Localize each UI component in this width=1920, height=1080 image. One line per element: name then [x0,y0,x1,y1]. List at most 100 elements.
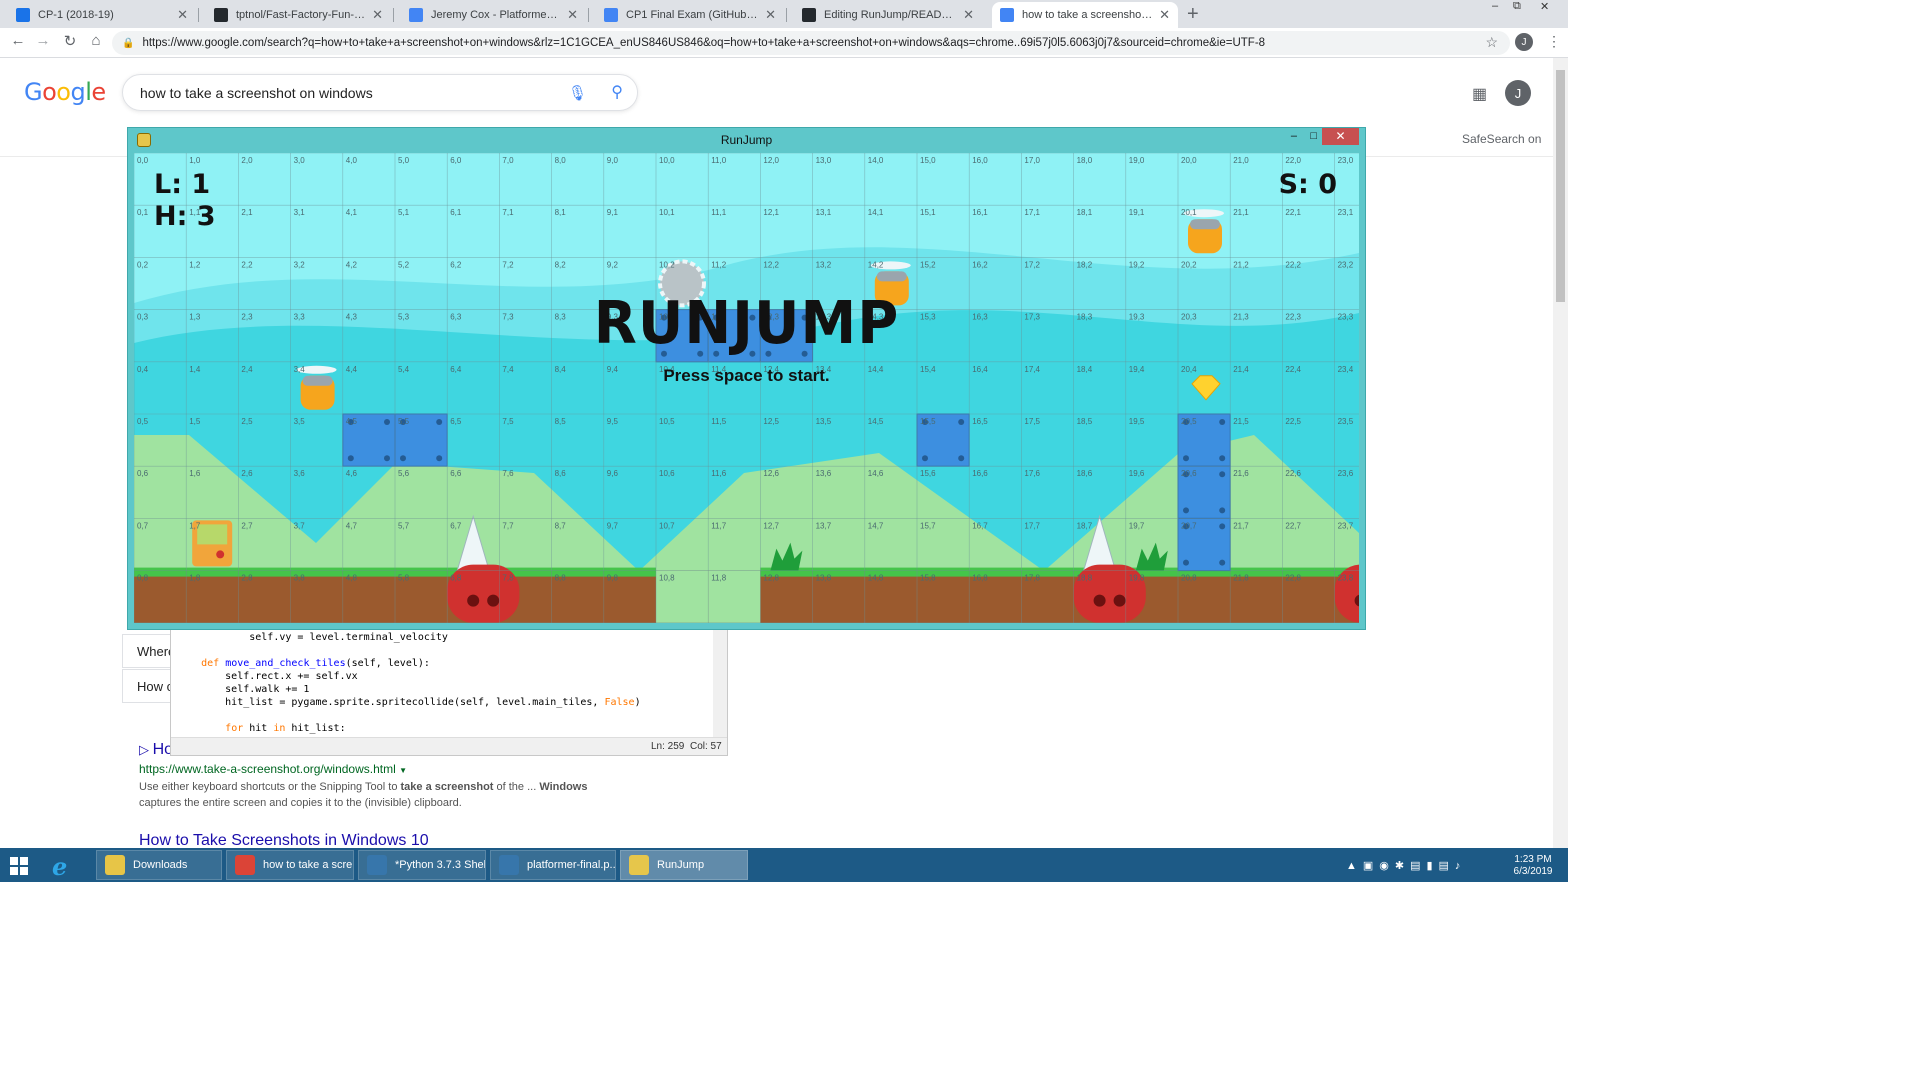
tab-close-icon[interactable]: ✕ [963,7,974,23]
home-icon[interactable]: ⌂ [86,32,106,49]
forward-icon[interactable]: → [33,32,53,49]
browser-tab[interactable]: Editing RunJump/README.md at ✕ [794,2,982,28]
new-tab-button[interactable]: + [1187,3,1199,26]
address-bar[interactable]: 🔒 https://www.google.com/search?q=how+to… [112,31,1510,55]
result-url[interactable]: https://www.take-a-screenshot.org/window… [139,762,407,776]
grid-coordinate-label: 5,2 [398,260,410,269]
tab-close-icon[interactable]: ✕ [567,7,578,23]
browser-tab[interactable]: how to take a screenshot on win ✕ [992,2,1178,28]
grid-coordinate-label: 15,7 [920,521,936,530]
pygame-icon [629,855,649,875]
tab-close-icon[interactable]: ✕ [372,7,383,23]
taskbar-item-label: *Python 3.7.3 Shell* [395,859,486,871]
runjump-logo: RUNJUMP [593,289,900,358]
code-text[interactable]: self.vy = level.terminal_velocity def mo… [177,631,641,735]
grid-coordinate-label: 19,2 [1129,260,1145,269]
microphone-icon[interactable]: 🎙 [568,84,587,102]
game-maximize-button[interactable]: □ [1310,130,1317,146]
grid-coordinate-label: 2,1 [241,208,253,217]
grid-coordinate-label: 16,2 [972,260,988,269]
back-icon[interactable]: ← [8,32,28,49]
grid-coordinate-label: 4,5 [346,417,358,426]
address-bar-url[interactable]: https://www.google.com/search?q=how+to+t… [142,37,1265,49]
search-query[interactable]: how to take a screenshot on windows [140,85,373,101]
grid-coordinate-label: 21,8 [1233,574,1249,583]
bookmark-star-icon[interactable]: ☆ [1485,34,1498,51]
tab-close-icon[interactable]: ✕ [1159,7,1170,23]
column-number: Col: 57 [690,741,722,752]
grid-coordinate-label: 1,7 [189,521,201,530]
grid-coordinate-label: 7,1 [502,208,514,217]
tab-close-icon[interactable]: ✕ [765,7,776,23]
code-token: hit_list = pygame.sprite.spritecollide(s… [177,697,605,708]
search-input[interactable]: how to take a screenshot on windows 🎙 ⚲ [122,74,638,111]
grid-coordinate-label: 0,5 [137,417,149,426]
taskbar-item[interactable]: RunJump [620,850,748,880]
system-tray-icons[interactable]: ▲▣◉✱▤▮▤♪ [1346,859,1466,872]
browser-tab[interactable]: Jeremy Cox - Platformer Code Ru ✕ [401,2,586,28]
browser-close-button[interactable]: ✕ [1540,0,1549,16]
page-scrollbar-thumb[interactable] [1556,70,1565,302]
taskbar-item[interactable]: platformer-final.p... [490,850,616,880]
snippet-text: Use either keyboard shortcuts or the Sni… [139,781,401,793]
browser-tab[interactable]: tptnol/Fast-Factory-Fun-Time: Cc ✕ [206,2,391,28]
taskbar-item[interactable]: *Python 3.7.3 Shell* [358,850,486,880]
tab-separator [393,8,394,22]
browser-restore-button[interactable]: ⧉ [1513,0,1521,16]
tab-close-icon[interactable]: ✕ [177,7,188,23]
reload-icon[interactable]: ↻ [60,32,80,50]
page-scrollbar[interactable] [1553,58,1568,848]
browser-profile-avatar[interactable]: J [1515,33,1533,51]
taskbar-clock[interactable]: 1:23 PM 6/3/2019 [1508,854,1558,878]
google-account-avatar[interactable]: J [1505,80,1531,106]
code-line: self.walk += 1 [177,683,641,696]
runjump-titlebar[interactable]: RunJump – □ ✕ [128,128,1365,153]
hearts-indicator: H: 3 [154,201,216,232]
game-canvas[interactable]: 0,0 0,1 0,2 0,3 0,4 0,5 0,6 0,7 0,8 1,0 1,1 1,2 1,3 1… [134,153,1359,623]
block-rivet [384,455,390,462]
result-url-text[interactable]: https://www.take-a-screenshot.org/window… [139,762,396,776]
grid-coordinate-label: 15,5 [920,417,936,426]
dropdown-arrow-icon[interactable]: ▼ [399,766,407,775]
internet-explorer-icon[interactable]: e [52,852,67,881]
windows-start-icon[interactable] [10,857,28,875]
browser-tab[interactable]: CP-1 (2018-19) ✕ [8,2,196,28]
grid-coordinate-label: 18,7 [1077,521,1093,530]
level-indicator: L: 1 [154,169,211,200]
editor-scrollbar[interactable] [713,629,727,737]
grid-coordinate-label: 17,2 [1024,260,1040,269]
enemy-helmet [1190,219,1220,230]
game-minimize-button[interactable]: – [1291,130,1297,146]
python-icon [367,855,387,875]
game-close-button[interactable]: ✕ [1322,128,1359,145]
grid-coordinate-label: 3,8 [294,574,306,583]
grid-coordinate-label: 0,7 [137,521,149,530]
search-icon[interactable]: ⚲ [611,82,623,102]
browser-tab[interactable]: CP1 Final Exam (GitHub version) ✕ [596,2,784,28]
grid-coordinate-label: 0,1 [137,208,149,217]
grid-coordinate-label: 10,6 [659,469,675,478]
browser-menu-icon[interactable]: ⋮ [1547,33,1561,50]
taskbar-item[interactable]: how to take a scre... [226,850,354,880]
grid-coordinate-label: 23,2 [1338,260,1354,269]
browser-minimize-button[interactable]: – [1492,0,1498,16]
code-line: hit_list = pygame.sprite.spritecollide(s… [177,696,640,709]
clock-time: 1:23 PM [1514,854,1552,865]
safesearch-label[interactable]: SafeSearch on [1462,132,1541,146]
code-token: False [604,697,635,708]
block-rivet [958,419,965,425]
grid-coordinate-label: 19,1 [1129,208,1145,217]
monster-eye [467,594,480,607]
grid-coordinate-label: 15,1 [920,208,936,217]
taskbar-item[interactable]: Downloads [96,850,222,880]
google-logo[interactable]: Google [24,78,106,106]
block-rivet [1219,471,1226,478]
grid-coordinate-label: 22,2 [1285,260,1301,269]
google-apps-icon[interactable]: ▦ [1472,84,1487,104]
result-title[interactable]: ▷ Ho [139,741,173,759]
game-scene: 0,00,10,20,30,40,50,60,70,81,01,11,21,31… [134,153,1359,623]
desktop: CP-1 (2018-19) ✕ tptnol/Fast-Factory-Fun-T… [0,0,1568,882]
grid-coordinate-label: 8,5 [555,417,567,426]
runjump-window: RunJump – □ ✕ 0,0 0,1 0,2 0,3 0,4 0,5 0,6 0,7 0,… [127,127,1366,630]
tab-title: CP1 Final Exam (GitHub version) [626,9,759,21]
